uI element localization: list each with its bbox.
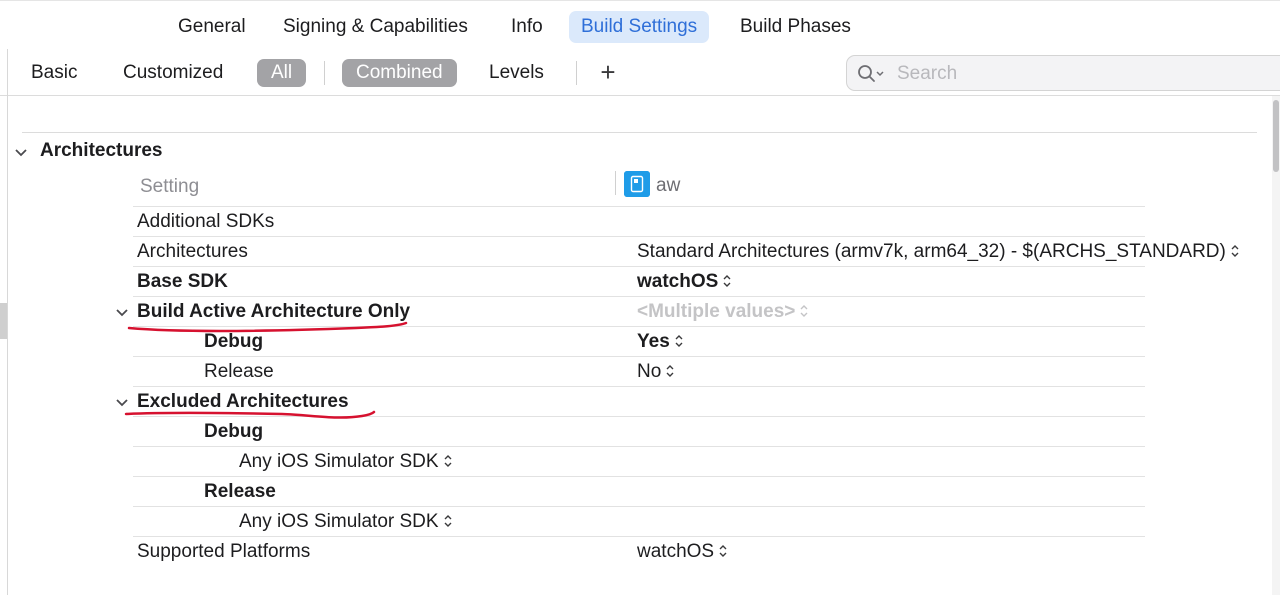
setting-value[interactable]: <Multiple values> xyxy=(637,301,809,323)
tab-build-settings[interactable]: Build Settings xyxy=(569,11,710,43)
setting-value[interactable]: Yes xyxy=(637,331,684,353)
search-field[interactable] xyxy=(846,55,1280,91)
section-title-architectures[interactable]: Architectures xyxy=(40,140,163,162)
xcode-build-settings: General Signing & Capabilities Info Buil… xyxy=(0,0,1280,595)
popup-stepper-icon[interactable] xyxy=(443,514,453,528)
table-row[interactable]: Supported Platforms watchOS xyxy=(133,537,1145,566)
setting-value-text: watchOS xyxy=(637,541,715,562)
section-divider xyxy=(22,132,1257,133)
popup-stepper-icon[interactable] xyxy=(799,304,809,318)
table-row[interactable]: Release xyxy=(133,477,1145,507)
scrollbar-thumb[interactable] xyxy=(1273,100,1279,172)
setting-label: Base SDK xyxy=(137,271,228,292)
filter-customized-button[interactable]: Customized xyxy=(123,59,223,87)
settings-table: Architectures Setting aw Additional SDKs… xyxy=(8,96,1268,595)
add-setting-button[interactable]: + xyxy=(596,57,620,87)
setting-label: Additional SDKs xyxy=(137,211,275,232)
setting-label: Release xyxy=(204,481,276,502)
red-annotation-underline xyxy=(124,410,376,419)
setting-value-text: watchOS xyxy=(637,271,719,292)
target-name: aw xyxy=(656,175,681,196)
setting-condition[interactable]: Any iOS Simulator SDK xyxy=(239,451,453,473)
popup-stepper-icon[interactable] xyxy=(722,274,732,288)
editor-tab-bar: General Signing & Capabilities Info Buil… xyxy=(0,0,1280,50)
setting-value[interactable]: No xyxy=(637,361,675,383)
tab-build-phases[interactable]: Build Phases xyxy=(728,11,863,43)
tab-signing-capabilities[interactable]: Signing & Capabilities xyxy=(271,11,480,43)
setting-value-text: <Multiple values> xyxy=(637,301,796,322)
column-divider xyxy=(615,171,616,195)
table-row[interactable]: Base SDK watchOS xyxy=(133,267,1145,297)
popup-stepper-icon[interactable] xyxy=(443,454,453,468)
setting-value[interactable]: Standard Architectures (armv7k, arm64_32… xyxy=(637,241,1240,263)
view-combined-button[interactable]: Combined xyxy=(342,59,457,87)
popup-stepper-icon[interactable] xyxy=(674,334,684,348)
setting-condition[interactable]: Any iOS Simulator SDK xyxy=(239,511,453,533)
setting-label: Release xyxy=(204,361,274,382)
filter-all-button[interactable]: All xyxy=(257,59,307,87)
target-document-icon xyxy=(624,171,650,197)
sidebar-resize-handle[interactable] xyxy=(0,303,7,339)
setting-column-header: Setting xyxy=(140,176,200,197)
filter-divider xyxy=(576,61,577,85)
chevron-down-icon[interactable] xyxy=(14,146,28,160)
table-row[interactable]: Any iOS Simulator SDK xyxy=(133,447,1145,477)
setting-value[interactable]: watchOS xyxy=(637,541,728,563)
tab-info[interactable]: Info xyxy=(499,11,555,43)
search-icon[interactable] xyxy=(857,64,885,84)
popup-stepper-icon[interactable] xyxy=(665,364,675,378)
setting-label: Architectures xyxy=(137,241,248,262)
setting-value-text: Standard Architectures (armv7k, arm64_32… xyxy=(637,241,1226,262)
table-row[interactable]: Release No xyxy=(133,357,1145,387)
setting-label: Supported Platforms xyxy=(137,541,311,562)
red-annotation-underline xyxy=(127,321,408,333)
filter-bar: Basic Customized All Combined Levels + xyxy=(0,49,1280,96)
setting-value-text: No xyxy=(637,361,662,382)
setting-value[interactable]: watchOS xyxy=(637,271,732,293)
filter-divider xyxy=(324,61,325,85)
setting-value-text: Yes xyxy=(637,331,670,352)
popup-stepper-icon[interactable] xyxy=(1230,244,1240,258)
filter-basic-button[interactable]: Basic xyxy=(31,59,77,87)
vertical-scrollbar[interactable] xyxy=(1272,96,1280,595)
setting-label: Any iOS Simulator SDK xyxy=(239,511,439,532)
view-levels-button[interactable]: Levels xyxy=(489,59,544,87)
table-row[interactable]: Additional SDKs xyxy=(133,207,1145,237)
setting-label: Any iOS Simulator SDK xyxy=(239,451,439,472)
tab-general[interactable]: General xyxy=(166,11,258,43)
table-row[interactable]: Any iOS Simulator SDK xyxy=(133,507,1145,537)
popup-stepper-icon[interactable] xyxy=(718,544,728,558)
table-row[interactable]: Architectures Standard Architectures (ar… xyxy=(133,237,1239,267)
search-input[interactable] xyxy=(895,59,1279,89)
